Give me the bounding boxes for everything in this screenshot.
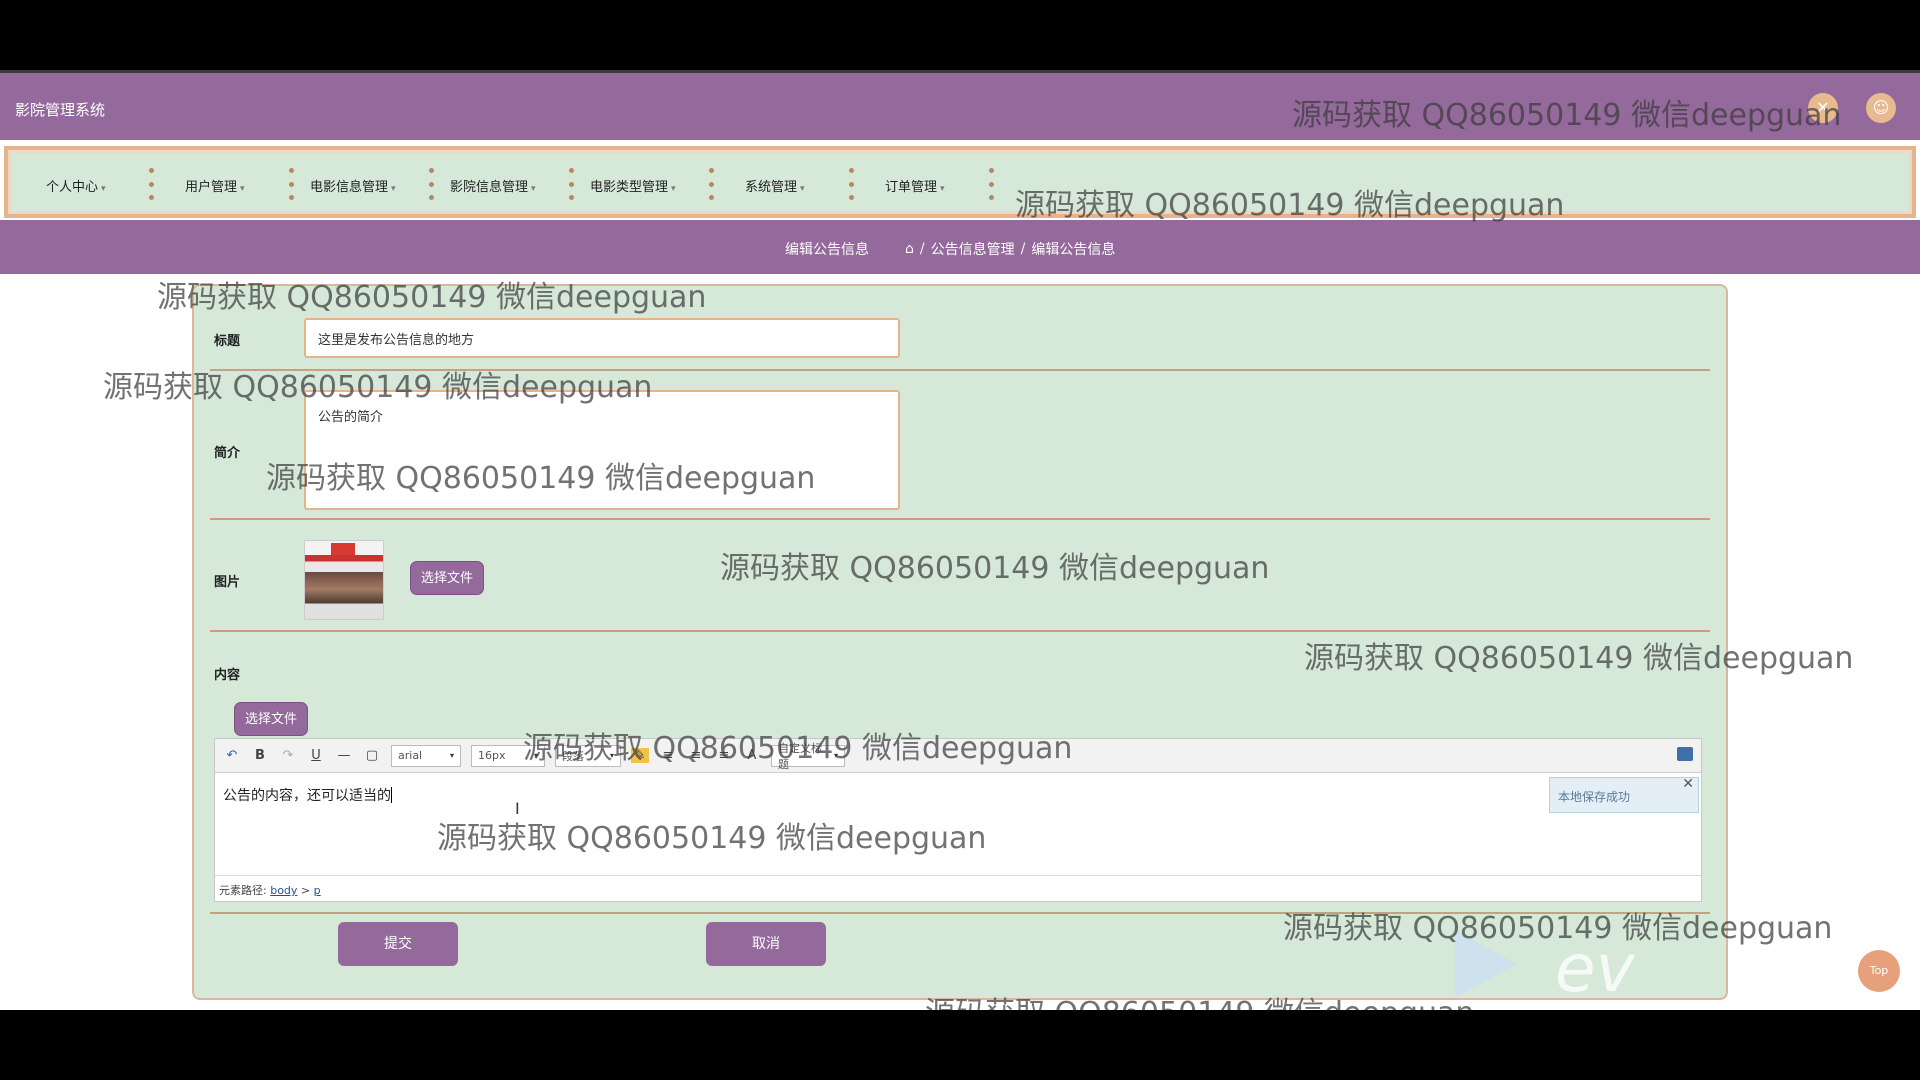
underline-icon[interactable]: U bbox=[307, 748, 325, 763]
nav-separator bbox=[428, 168, 434, 200]
breadcrumb-item-current: 编辑公告信息 bbox=[1031, 242, 1116, 258]
nav-item-orders[interactable]: 订单管理 ▾ bbox=[885, 176, 945, 195]
nav-item-movie-info[interactable]: 电影信息管理 ▾ bbox=[310, 176, 396, 195]
highlight-icon[interactable]: ✎ bbox=[631, 748, 649, 763]
nav-item-movie-type[interactable]: 电影类型管理 ▾ bbox=[590, 176, 676, 195]
divider bbox=[210, 630, 1710, 632]
breadcrumb-item[interactable]: 公告信息管理 bbox=[931, 239, 1015, 259]
undo-icon[interactable]: ↶ bbox=[223, 748, 241, 763]
breadcrumb: ⌂ / 公告信息管理 / 编辑公告信息 bbox=[905, 239, 1115, 259]
app-screen: 影院管理系统 ✕ ☺ 个人中心 ▾ 用户管理 ▾ 电影信息管理 ▾ 影院信息管理 ▾ 电… bbox=[0, 70, 1920, 1010]
nav-item-cinema-info[interactable]: 影院信息管理 ▾ bbox=[450, 176, 536, 195]
nav-separator bbox=[708, 168, 714, 200]
nav-separator bbox=[988, 168, 994, 200]
nav-separator bbox=[848, 168, 854, 200]
path-p-link[interactable]: p bbox=[314, 884, 321, 897]
align-center-icon[interactable]: ≡ bbox=[687, 748, 705, 763]
breadcrumb-separator: / bbox=[919, 241, 925, 257]
redo-icon[interactable]: ↷ bbox=[279, 748, 297, 763]
announcement-image-thumbnail bbox=[304, 540, 384, 620]
back-to-top-button[interactable]: Top bbox=[1858, 950, 1900, 992]
element-path-bar: 元素路径: body > p bbox=[215, 875, 1701, 901]
document-icon[interactable]: ▢ bbox=[363, 748, 381, 763]
breadcrumb-bar: 编辑公告信息 ⌂ / 公告信息管理 / 编辑公告信息 bbox=[0, 220, 1920, 274]
ev-overlay-logo: ev bbox=[1555, 930, 1635, 1007]
rich-text-editor: ↶ B ↷ U — ▢ arial ▾ 16px ▾ 段落 ▾ ✎ ≡ ≡ ≡ A 自… bbox=[214, 738, 1702, 902]
user-icon[interactable]: ☺ bbox=[1866, 93, 1896, 123]
nav-separator bbox=[288, 168, 294, 200]
font-color-icon[interactable]: A bbox=[743, 748, 761, 763]
font-family-select[interactable]: arial ▾ bbox=[391, 744, 461, 767]
edit-form: 标题 简介 公告的简介 图片 选择文件 内容 选择文件 ↶ B ↷ U — ▢ … bbox=[192, 284, 1728, 1000]
divider bbox=[210, 369, 1710, 371]
chevron-down-icon: ▾ bbox=[101, 184, 106, 194]
chevron-down-icon: ▾ bbox=[531, 184, 536, 194]
choose-image-button[interactable]: 选择文件 bbox=[410, 561, 485, 595]
chevron-down-icon: ▾ bbox=[240, 184, 245, 194]
image-label: 图片 bbox=[214, 575, 241, 590]
page-title: 编辑公告信息 bbox=[785, 242, 869, 258]
fullscreen-icon[interactable]: ✕ bbox=[1808, 93, 1838, 123]
local-save-toast: 本地保存成功 ✕ bbox=[1549, 776, 1699, 813]
align-right-icon[interactable]: ≡ bbox=[715, 748, 733, 763]
nav-item-user-management[interactable]: 用户管理 ▾ bbox=[185, 176, 245, 195]
chevron-down-icon: ▾ bbox=[800, 184, 805, 194]
summary-label: 简介 bbox=[214, 446, 241, 461]
choose-content-file-button[interactable]: 选择文件 bbox=[234, 702, 309, 736]
breadcrumb-separator: / bbox=[1020, 241, 1026, 257]
app-title: 影院管理系统 bbox=[15, 101, 106, 119]
paragraph-select[interactable]: 段落 ▾ bbox=[555, 744, 621, 767]
divider bbox=[210, 912, 1710, 914]
bold-icon[interactable]: B bbox=[251, 748, 269, 763]
nav-item-personal-center[interactable]: 个人中心 ▾ bbox=[46, 176, 106, 195]
title-input[interactable] bbox=[304, 318, 900, 358]
nav-item-system[interactable]: 系统管理 ▾ bbox=[745, 176, 805, 195]
horizontal-rule-icon[interactable]: — bbox=[335, 748, 353, 763]
main-nav: 个人中心 ▾ 用户管理 ▾ 电影信息管理 ▾ 影院信息管理 ▾ 电影类型管理 ▾ 系统管理… bbox=[4, 146, 1916, 218]
close-icon[interactable]: ✕ bbox=[1682, 776, 1694, 792]
home-icon[interactable]: ⌂ bbox=[905, 241, 914, 257]
submit-button[interactable]: 提交 bbox=[338, 922, 458, 966]
nav-separator bbox=[148, 168, 154, 200]
divider bbox=[210, 518, 1710, 520]
custom-title-select[interactable]: 自定义标题 ▾ bbox=[771, 742, 845, 771]
chevron-down-icon: ▾ bbox=[391, 184, 396, 194]
content-label: 内容 bbox=[214, 668, 241, 683]
align-left-icon[interactable]: ≡ bbox=[659, 748, 677, 763]
editor-content[interactable]: 公告的内容，还可以适当的 bbox=[223, 785, 392, 805]
chevron-down-icon: ▾ bbox=[940, 184, 945, 194]
text-cursor-icon: I bbox=[515, 799, 520, 818]
chevron-down-icon: ▾ bbox=[671, 184, 676, 194]
summary-textarea[interactable]: 公告的简介 bbox=[304, 390, 900, 510]
fullscreen-editor-icon[interactable] bbox=[1677, 747, 1693, 761]
nav-separator bbox=[568, 168, 574, 200]
play-logo-icon bbox=[1455, 930, 1517, 998]
path-body-link[interactable]: body bbox=[270, 884, 297, 897]
cancel-button[interactable]: 取消 bbox=[706, 922, 826, 966]
title-label: 标题 bbox=[214, 334, 241, 349]
editor-toolbar: ↶ B ↷ U — ▢ arial ▾ 16px ▾ 段落 ▾ ✎ ≡ ≡ ≡ A 自… bbox=[215, 739, 1701, 773]
font-size-select[interactable]: 16px ▾ bbox=[471, 744, 545, 767]
header-bar: 影院管理系统 ✕ ☺ bbox=[0, 70, 1920, 140]
